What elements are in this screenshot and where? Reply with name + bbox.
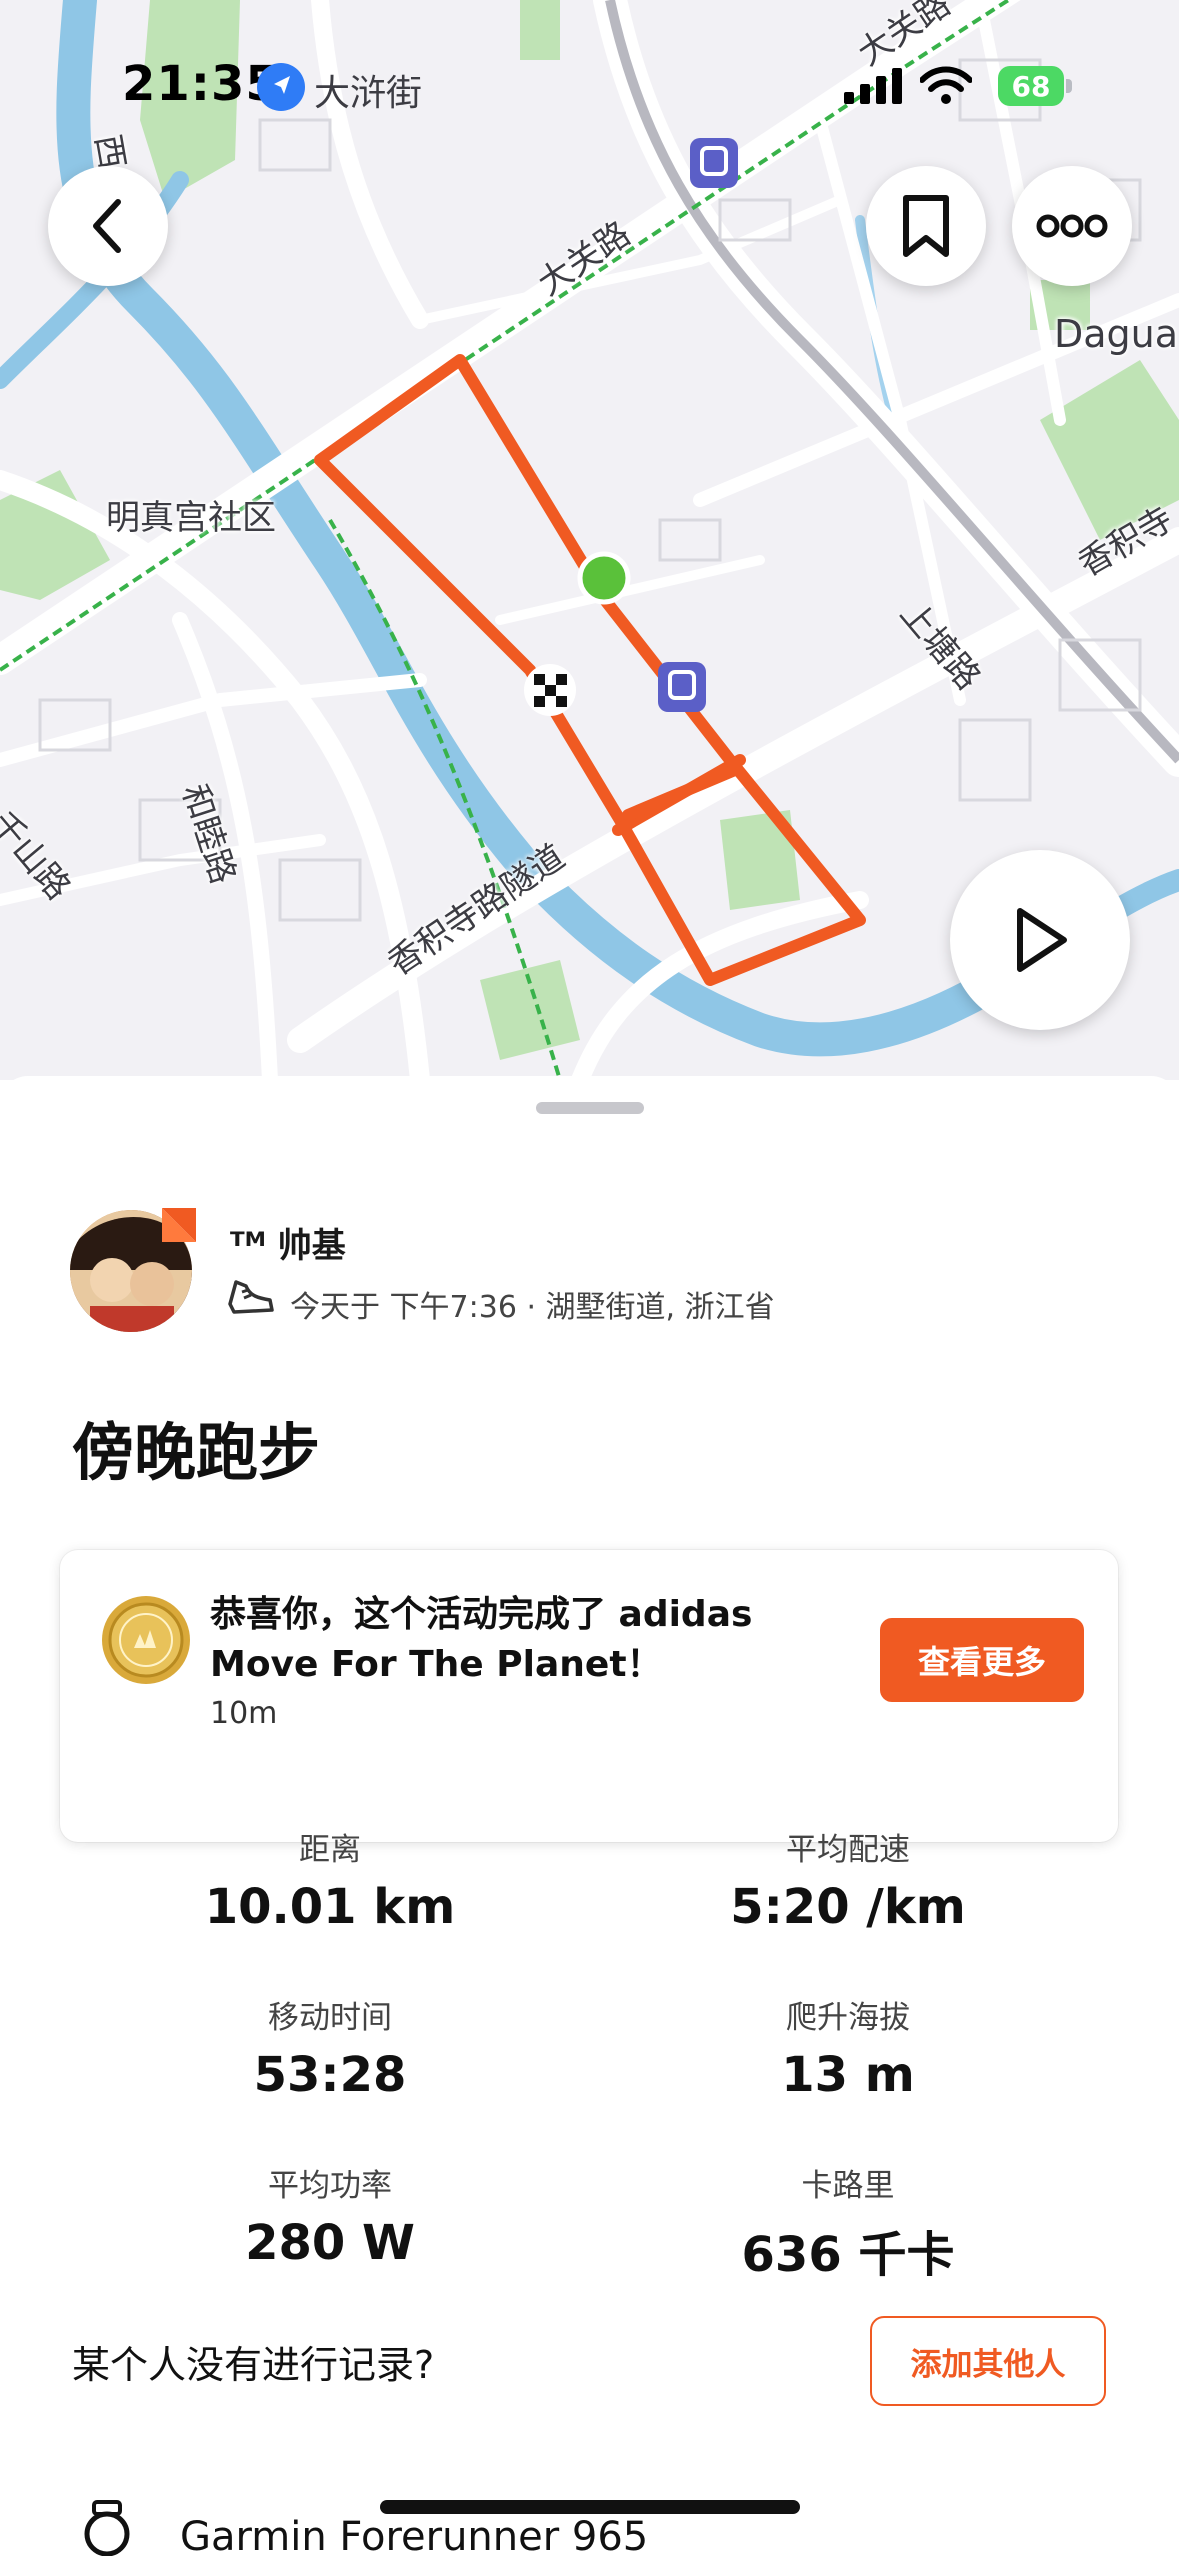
see-more-button[interactable]: 查看更多 [880, 1618, 1084, 1702]
stat-avg-pace: 平均配速 5:20 /km [638, 1824, 1058, 1935]
achievement-text: 恭喜你，这个活动完成了 adidas Move For The Planet！ [210, 1594, 753, 1685]
wifi-icon [920, 66, 972, 104]
stat-value: 280 W [245, 2215, 415, 2271]
battery-level: 68 [998, 66, 1064, 106]
map-label-daguan-en: Dagua [1054, 312, 1179, 356]
stat-label: 平均配速 [786, 1832, 910, 1868]
more-dots-icon [1036, 214, 1108, 238]
stat-calories: 卡路里 636 千卡 [638, 2160, 1058, 2285]
device-name[interactable]: Garmin Forerunner 965 [180, 2514, 648, 2556]
achievement-time: 10m [210, 1696, 278, 1731]
map-label-mingzhen: 明真宫社区 [106, 498, 276, 538]
route-finish-marker [524, 664, 576, 716]
challenge-achievement-card[interactable]: 恭喜你，这个活动完成了 adidas Move For The Planet！ … [60, 1550, 1118, 1842]
add-others-prompt: 某个人没有进行记录? [72, 2343, 435, 2387]
stat-label: 移动时间 [268, 2000, 392, 2036]
challenge-medal-icon [102, 1596, 190, 1684]
activity-detail-screen: 大关路 大关路 明真宫社区 上塘路 香积寺路隧道 香积寺 和睦路 Dagua 西… [0, 0, 1179, 2556]
status-bar: 21:35 大浒街 68 [0, 50, 1179, 120]
status-location-label: 大浒街 [314, 73, 423, 114]
stat-elevation-gain: 爬升海拔 13 m [638, 1992, 1058, 2103]
stat-label: 平均功率 [268, 2168, 392, 2204]
location-arrow-icon [257, 63, 305, 111]
activity-title: 傍晚跑步 [72, 1416, 321, 1489]
route-map[interactable]: 大关路 大关路 明真宫社区 上塘路 香积寺路隧道 香积寺 和睦路 Dagua 西… [0, 0, 1179, 1080]
play-flyover-button[interactable] [950, 850, 1130, 1030]
battery-cap [1066, 79, 1072, 93]
stat-value: 636 千卡 [741, 2227, 955, 2283]
stat-value: 5:20 /km [730, 1879, 966, 1935]
strava-subscriber-badge [162, 1208, 196, 1242]
sheet-grabber[interactable] [536, 1102, 644, 1114]
athlete-name[interactable]: ᵀᴹ 帅基 [230, 1218, 346, 1267]
transit-station-icon [690, 138, 738, 188]
stat-avg-power: 平均功率 280 W [120, 2160, 540, 2271]
activity-date-location: 今天于 下午7:36 · 湖墅街道, 浙江省 [290, 1290, 775, 1325]
more-options-button[interactable] [1012, 166, 1132, 286]
home-indicator[interactable] [380, 2500, 800, 2514]
bookmark-icon [903, 195, 949, 257]
play-icon [1017, 908, 1067, 972]
watch-icon [84, 2500, 130, 2556]
cellular-signal-icon [844, 68, 902, 104]
stat-label: 距离 [299, 1832, 361, 1868]
stat-moving-time: 移动时间 53:28 [120, 1992, 540, 2103]
bookmark-button[interactable] [866, 166, 986, 286]
stat-value: 10.01 km [204, 1879, 456, 1935]
running-shoe-icon [228, 1280, 274, 1314]
transit-station-icon-2 [658, 662, 706, 712]
chevron-left-icon [93, 199, 121, 253]
stat-label: 卡路里 [801, 2168, 895, 2204]
stat-value: 13 m [781, 2047, 915, 2103]
stat-distance: 距离 10.01 km [120, 1824, 540, 1935]
back-button[interactable] [48, 166, 168, 286]
activity-detail-sheet: ᵀᴹ 帅基 今天于 下午7:36 · 湖墅街道, 浙江省 傍晚跑步 恭喜你，这个… [0, 1076, 1179, 2556]
battery-indicator: 68 [998, 66, 1074, 106]
route-start-marker [577, 551, 631, 605]
add-others-button[interactable]: 添加其他人 [870, 2316, 1106, 2406]
stat-label: 爬升海拔 [786, 2000, 910, 2036]
stat-value: 53:28 [253, 2047, 407, 2103]
